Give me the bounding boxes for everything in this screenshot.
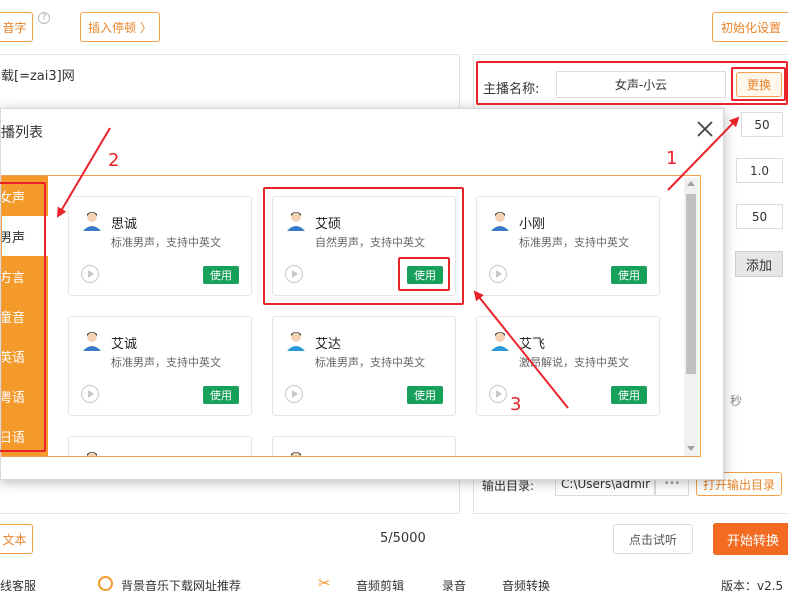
- annotation-number-3: 3: [510, 394, 522, 415]
- annotation-number-1: 1: [666, 148, 678, 169]
- arrow-1: [667, 116, 740, 191]
- arrow-2: [56, 127, 111, 218]
- annotation-arrows: [56, 116, 740, 409]
- arrow-3: [473, 290, 569, 409]
- annotation-number-2: 2: [108, 150, 120, 171]
